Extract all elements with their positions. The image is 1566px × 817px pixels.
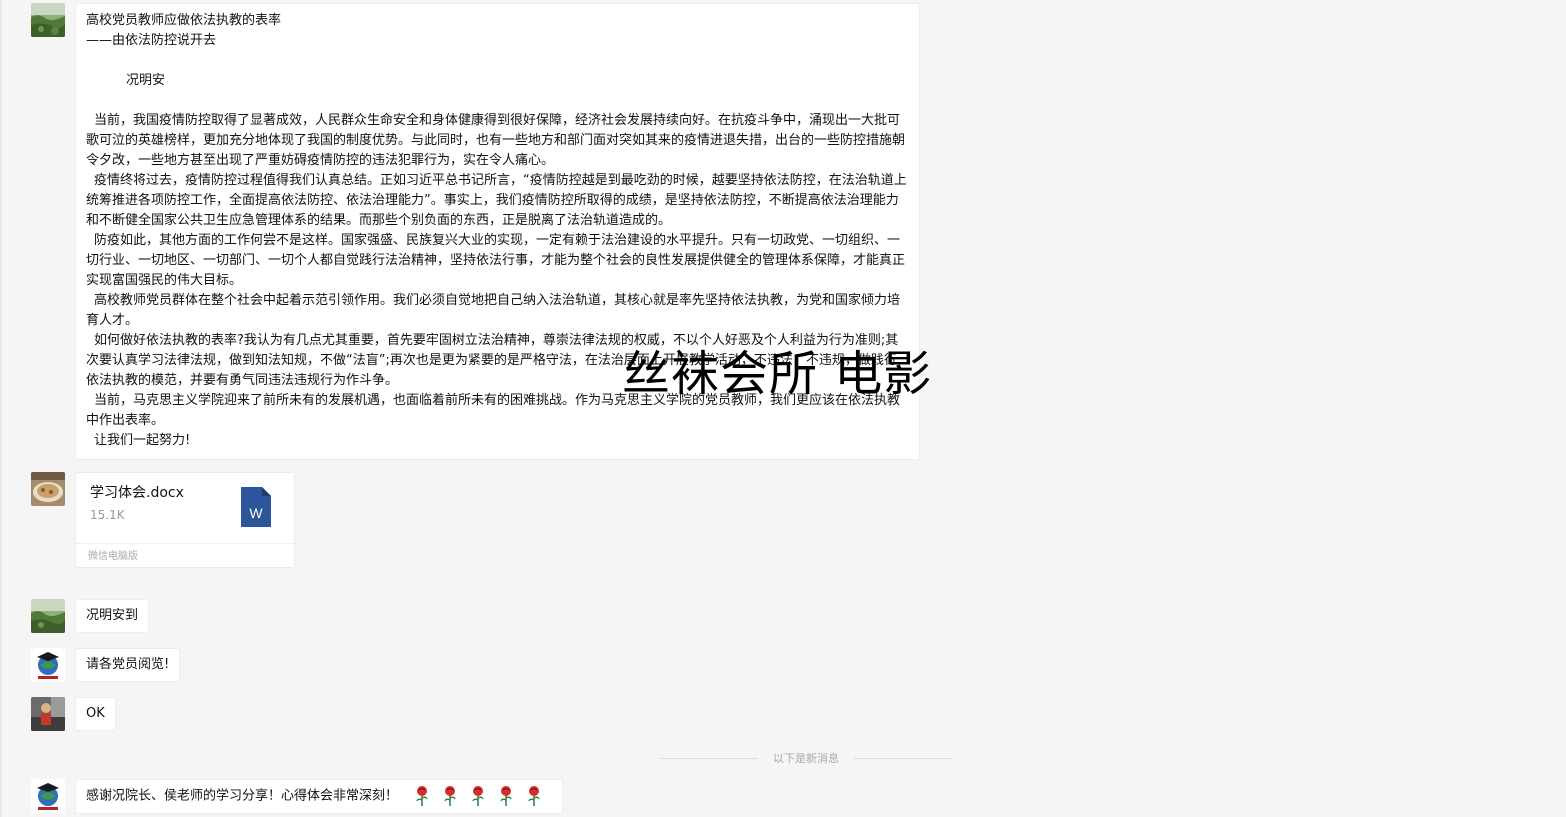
message-bubble[interactable]: OK <box>75 697 116 731</box>
file-size: 15.1K <box>90 508 125 522</box>
article-paragraph: 防疫如此，其他方面的工作何尝不是这样。国家强盛、民族复兴大业的实现，一定有赖于法… <box>86 233 906 288</box>
avatar[interactable] <box>31 3 65 37</box>
word-document-icon: W <box>241 487 271 527</box>
message-text-content: 感谢况院长、侯老师的学习分享！心得体会非常深刻！ <box>86 788 399 804</box>
article-paragraph: 高校教师党员群体在整个社会中起着示范引领作用。我们必须自觉地把自己纳入法治轨道，… <box>86 293 901 328</box>
rose-emoji-group <box>408 786 548 807</box>
word-icon-letter: W <box>249 505 263 521</box>
divider-rule-right <box>854 758 952 759</box>
article-title: 高校党员教师应做依法执教的表率 <box>86 13 282 28</box>
article-author: 况明安 <box>126 73 166 88</box>
article-subtitle: ——由依法防控说开去 <box>86 33 217 48</box>
article-paragraph: 当前，我国疫情防控取得了显著成效，人民群众生命安全和身体健康得到很好保障，经济社… <box>86 113 906 168</box>
avatar-landscape-icon <box>31 3 65 37</box>
file-card[interactable]: 学习体会.docx 15.1K W 微信电脑版 <box>75 472 295 568</box>
file-name: 学习体会.docx <box>90 485 184 501</box>
message-bubble[interactable]: 请各党员阅览! <box>75 648 181 682</box>
article-paragraph: 让我们一起努力! <box>94 433 191 448</box>
article-bubble[interactable]: 高校党员教师应做依法执教的表率 ——由依法防控说开去 况明安 当前，我国疫情防控… <box>75 3 920 460</box>
message-bubble[interactable]: 况明安到 <box>75 599 150 633</box>
avatar-landscape-icon <box>31 599 65 633</box>
rose-icon <box>444 786 456 806</box>
rose-icon <box>416 786 428 806</box>
new-messages-divider: 以下是新消息 <box>660 749 952 767</box>
avatar[interactable] <box>31 697 65 731</box>
article-paragraph: 疫情终将过去，疫情防控过程值得我们认真总结。正如习近平总书记所言，“疫情防控越是… <box>86 173 907 228</box>
avatar-university-emblem-icon <box>31 779 65 813</box>
avatar[interactable] <box>31 599 65 633</box>
avatar[interactable] <box>31 472 65 506</box>
message-bubble[interactable]: 感谢况院长、侯老师的学习分享！心得体会非常深刻！ <box>75 779 564 814</box>
avatar[interactable] <box>31 648 65 682</box>
article-paragraph: 当前，马克思主义学院迎来了前所未有的发展机遇，也面临着前所未有的困难挑战。作为马… <box>86 393 901 428</box>
file-source: 微信电脑版 <box>88 551 138 562</box>
window-left-edge <box>0 0 2 817</box>
avatar[interactable] <box>31 779 65 813</box>
article-paragraph: 如何做好依法执教的表率?我认为有几点尤其重要，首先要牢固树立法治精神，尊崇法律法… <box>86 333 899 388</box>
rose-icon <box>472 786 484 806</box>
avatar-university-emblem-icon <box>31 648 65 682</box>
rose-icon <box>528 786 540 806</box>
file-card-divider <box>76 543 294 544</box>
rose-icon <box>500 786 512 806</box>
avatar-food-icon <box>31 472 65 506</box>
avatar-person-icon <box>31 697 65 731</box>
